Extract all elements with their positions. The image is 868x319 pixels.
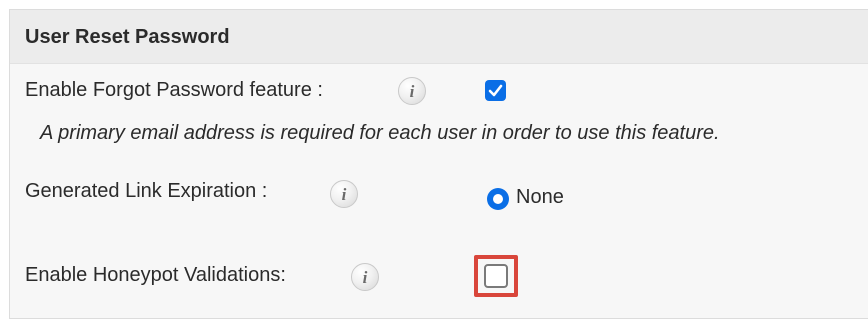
- info-icon[interactable]: i: [330, 180, 358, 208]
- link-expiration-none-radio[interactable]: [487, 188, 509, 210]
- link-expiration-label: Generated Link Expiration :: [25, 180, 268, 202]
- checkmark-icon: [488, 84, 503, 97]
- link-expiration-none-label: None: [516, 186, 564, 208]
- section-title: User Reset Password: [25, 26, 230, 48]
- honeypot-label: Enable Honeypot Validations:: [25, 264, 286, 286]
- info-icon[interactable]: i: [351, 263, 379, 291]
- section-header: User Reset Password: [10, 10, 868, 64]
- email-requirement-note: A primary email address is required for …: [40, 122, 720, 144]
- honeypot-checkbox[interactable]: [484, 264, 508, 288]
- info-icon[interactable]: i: [398, 77, 426, 105]
- forgot-password-checkbox[interactable]: [485, 80, 506, 101]
- forgot-password-label: Enable Forgot Password feature :: [25, 79, 323, 101]
